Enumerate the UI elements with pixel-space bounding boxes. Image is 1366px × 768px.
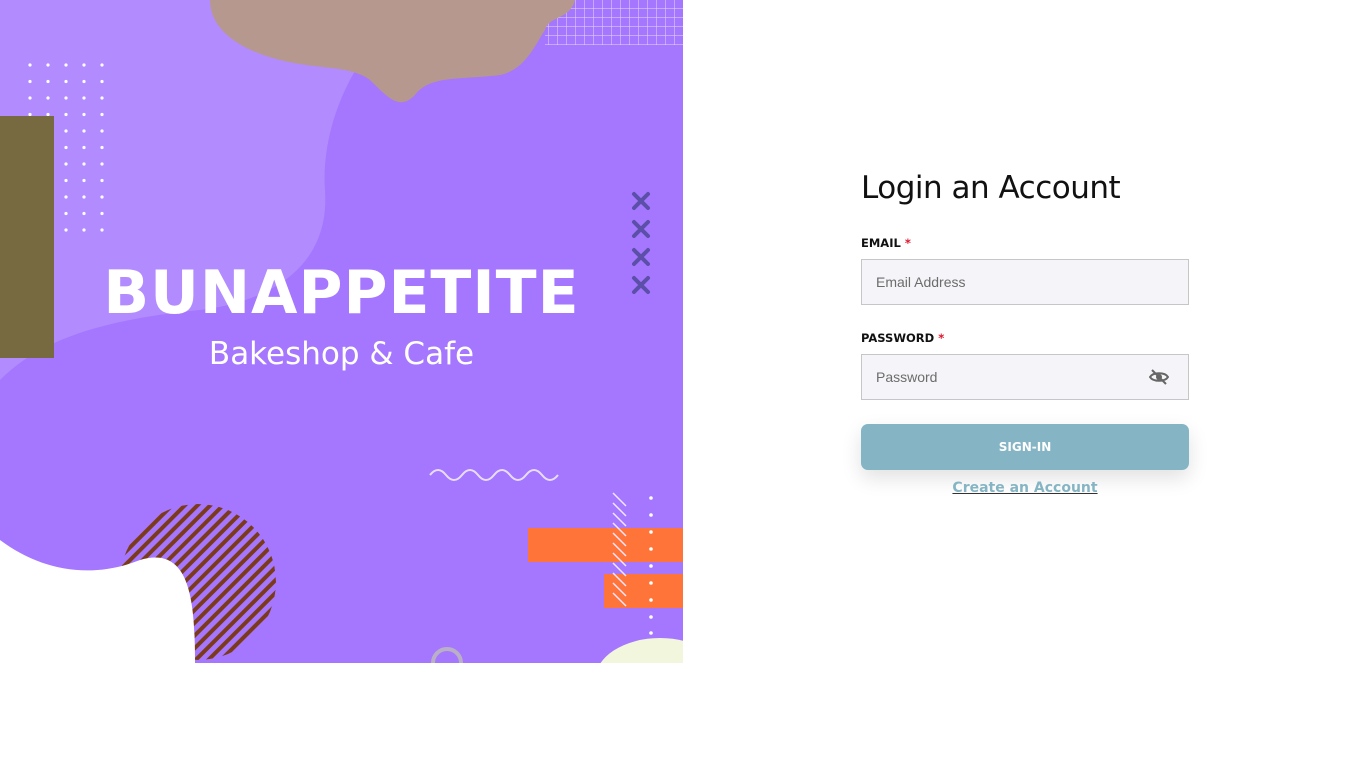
email-field-wrapper — [861, 259, 1189, 305]
email-label-text: EMAIL — [861, 236, 901, 250]
password-label-text: PASSWORD — [861, 331, 935, 345]
required-mark: * — [938, 331, 945, 345]
create-account-link[interactable]: Create an Account — [861, 480, 1189, 496]
password-field[interactable] — [862, 355, 1188, 399]
sign-in-button[interactable]: SIGN-IN — [861, 424, 1189, 470]
hero-illustration: BUNAPPETITE Bakeshop & Cafe — [0, 0, 683, 663]
eye-slash-icon[interactable] — [1148, 368, 1170, 391]
password-field-wrapper — [861, 354, 1189, 400]
login-form: Login an Account EMAIL * PASSWORD * SIGN… — [861, 170, 1189, 496]
brand-title: BUNAPPETITE — [103, 258, 580, 328]
hero-background-art — [0, 0, 683, 663]
password-label: PASSWORD * — [861, 331, 1189, 345]
brand-subtitle: Bakeshop & Cafe — [208, 336, 475, 372]
email-field[interactable] — [862, 260, 1188, 304]
required-mark: * — [904, 236, 911, 250]
email-label: EMAIL * — [861, 236, 1189, 250]
page-title: Login an Account — [861, 170, 1121, 206]
